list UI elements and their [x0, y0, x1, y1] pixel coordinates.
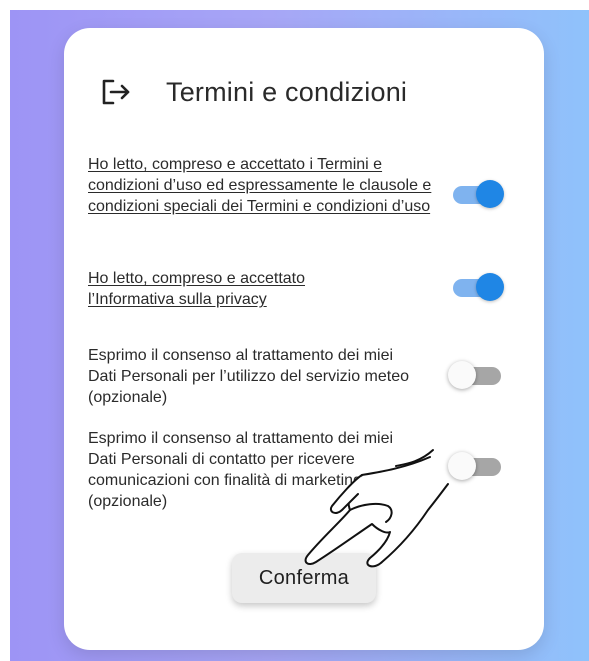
consent-row-terms: Ho letto, compreso e accettato i Termini…	[88, 154, 528, 217]
consent-row-marketing: Esprimo il consenso al trattamento dei m…	[88, 428, 528, 512]
consent-row-weather: Esprimo il consenso al trattamento dei m…	[88, 345, 528, 408]
weather-consent-text: Esprimo il consenso al trattamento dei m…	[88, 347, 410, 406]
weather-toggle[interactable]	[448, 360, 504, 390]
app-screen: Termini e condizioni Ho letto, compreso …	[10, 10, 589, 661]
privacy-toggle[interactable]	[450, 272, 504, 302]
toggle-thumb	[476, 273, 504, 301]
logout-icon[interactable]	[98, 74, 134, 110]
marketing-toggle[interactable]	[448, 451, 504, 481]
confirm-button[interactable]: Conferma	[232, 553, 376, 603]
toggle-thumb	[448, 361, 476, 389]
page-title: Termini e condizioni	[166, 76, 408, 107]
terms-link[interactable]: Ho letto, compreso e accettato i Termini…	[88, 154, 448, 217]
toggle-thumb	[448, 452, 476, 480]
terms-card: Termini e condizioni Ho letto, compreso …	[64, 28, 544, 650]
consent-row-privacy: Ho letto, compreso e accettato l’Informa…	[88, 268, 528, 310]
terms-toggle[interactable]	[450, 179, 504, 209]
marketing-consent-text: Esprimo il consenso al trattamento dei m…	[88, 430, 394, 510]
card-header: Termini e condizioni	[98, 72, 518, 112]
toggle-thumb	[476, 180, 504, 208]
privacy-link[interactable]: Ho letto, compreso e accettato l’Informa…	[88, 268, 368, 310]
